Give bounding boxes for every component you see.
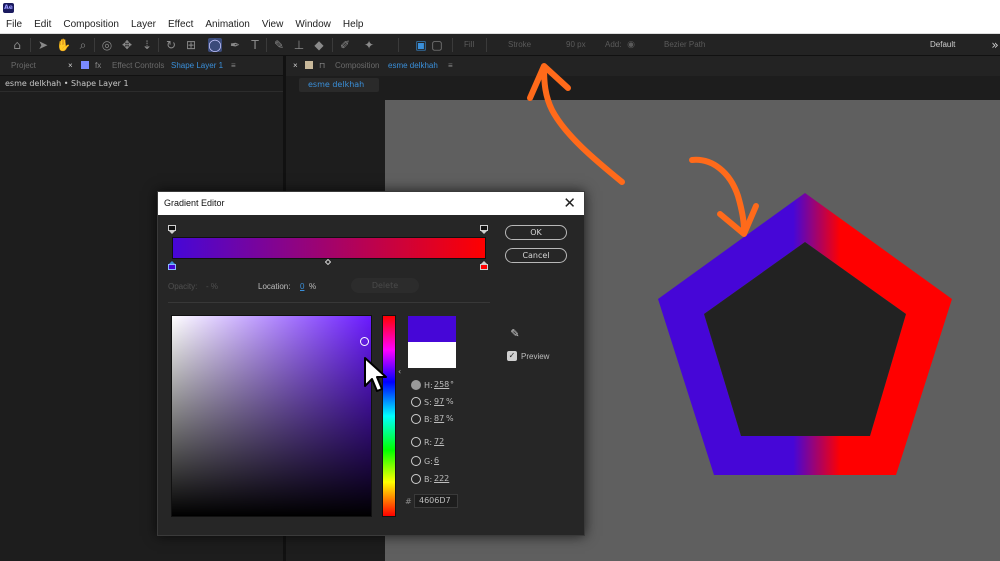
hex-color-input[interactable]: 4606D7 <box>414 494 458 508</box>
close-icon[interactable]: ✕ <box>563 195 576 211</box>
mouse-pointer-icon <box>364 357 387 392</box>
color-picker-cursor[interactable] <box>360 337 369 346</box>
ok-button[interactable]: OK <box>505 225 567 240</box>
blue-label: B: <box>424 475 433 484</box>
red-label: R: <box>424 438 433 447</box>
arrow-to-pentagon <box>689 156 747 233</box>
preview-checkbox[interactable]: ✓ <box>507 351 517 361</box>
new-color-swatch <box>408 316 456 342</box>
color-stop-left-selected[interactable] <box>168 261 176 270</box>
brightness-radio[interactable] <box>411 414 421 424</box>
location-value[interactable]: 0 <box>300 282 304 291</box>
dialog-title: Gradient Editor <box>158 192 584 215</box>
opacity-stop-right[interactable] <box>480 225 488 234</box>
eyedropper-icon[interactable]: ✎ <box>508 327 522 341</box>
preview-label: Preview <box>521 352 550 361</box>
cancel-button[interactable]: Cancel <box>505 248 567 263</box>
saturation-label: S: <box>424 398 432 407</box>
gradient-ramp[interactable] <box>172 237 486 259</box>
midpoint-marker-icon[interactable] <box>325 259 331 265</box>
hue-unit: ° <box>450 380 454 389</box>
hue-value[interactable]: 258 <box>434 380 449 389</box>
green-radio[interactable] <box>411 456 421 466</box>
location-label: Location: <box>258 282 291 291</box>
green-label: G: <box>424 457 433 466</box>
saturation-unit: % <box>446 397 454 406</box>
arrow-to-pentagon-head <box>717 203 759 237</box>
location-unit: % <box>309 282 317 291</box>
opacity-stop-left[interactable] <box>168 225 176 234</box>
hue-slider-handle-icon[interactable]: ‹ <box>398 367 401 376</box>
hue-slider[interactable] <box>382 315 396 517</box>
dialog-separator <box>168 302 490 303</box>
saturation-radio[interactable] <box>411 397 421 407</box>
green-value[interactable]: 6 <box>434 456 439 465</box>
original-color-swatch[interactable] <box>408 342 456 368</box>
red-value[interactable]: 72 <box>434 437 444 446</box>
hue-label: H: <box>424 381 433 390</box>
blue-value[interactable]: 222 <box>434 474 449 483</box>
hue-radio[interactable] <box>411 380 421 390</box>
delete-button[interactable]: Delete <box>351 278 419 293</box>
brightness-label: B: <box>424 415 433 424</box>
blue-radio[interactable] <box>411 474 421 484</box>
red-radio[interactable] <box>411 437 421 447</box>
brightness-value[interactable]: 87 <box>434 414 444 423</box>
saturation-brightness-field[interactable] <box>171 315 372 517</box>
color-stop-right[interactable] <box>480 261 488 270</box>
hex-prefix: # <box>405 497 412 506</box>
opacity-label: Opacity: <box>168 282 198 291</box>
arrow-to-stroke-swatch <box>541 65 625 185</box>
opacity-value: - % <box>206 282 218 291</box>
brightness-unit: % <box>446 414 454 423</box>
saturation-value[interactable]: 97 <box>434 397 444 406</box>
